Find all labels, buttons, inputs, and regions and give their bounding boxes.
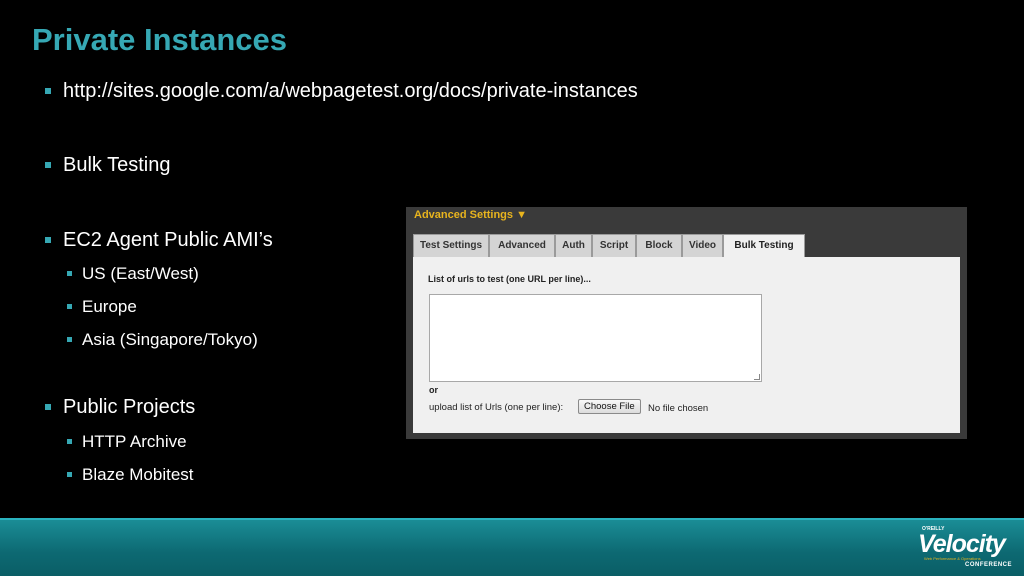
bullet-text: EC2 Agent Public AMI’s: [63, 229, 273, 251]
tab-bulk-testing[interactable]: Bulk Testing: [723, 234, 805, 258]
bulk-testing-screenshot: Advanced Settings ▼ Test Settings Advanc…: [406, 207, 967, 439]
bullet-square-icon: [45, 404, 51, 410]
or-label: or: [429, 385, 438, 395]
bullet-square-icon: [67, 472, 72, 477]
sub-bullet-text: Asia (Singapore/Tokyo): [82, 330, 258, 349]
sub-bullet-text: US (East/West): [82, 264, 199, 283]
tab-auth[interactable]: Auth: [555, 234, 592, 257]
sub-bullet-item: Asia (Singapore/Tokyo): [67, 330, 258, 350]
tab-test-settings[interactable]: Test Settings: [413, 234, 489, 257]
tab-block[interactable]: Block: [636, 234, 682, 257]
bullet-text: Public Projects: [63, 396, 196, 418]
logo-tagline: Web Performance & Operations: [924, 556, 981, 561]
logo-wordmark: Velocity: [918, 530, 1006, 558]
bullet-square-icon: [67, 271, 72, 276]
bullet-square-icon: [45, 162, 51, 168]
bullet-square-icon: [45, 237, 51, 243]
slide-title: Private Instances: [32, 22, 288, 57]
footer-band: [0, 518, 1024, 576]
bullet-square-icon: [45, 88, 51, 94]
bullet-item: Public Projects: [45, 396, 196, 419]
resize-grip-icon[interactable]: [754, 374, 760, 380]
upload-label: upload list of Urls (one per line):: [429, 402, 564, 413]
choose-file-button[interactable]: Choose File: [578, 399, 641, 414]
logo-conference: CONFERENCE: [964, 562, 1012, 568]
bullet-item: EC2 Agent Public AMI’s: [45, 229, 273, 252]
bullet-square-icon: [67, 304, 72, 309]
url-list-label: List of urls to test (one URL per line).…: [428, 274, 591, 284]
footer-divider: [0, 518, 1024, 520]
advanced-settings-toggle[interactable]: Advanced Settings ▼: [414, 209, 527, 221]
sub-bullet-item: Blaze Mobitest: [67, 465, 194, 485]
url-list-textarea[interactable]: [429, 294, 762, 382]
bulk-testing-content: List of urls to test (one URL per line).…: [413, 257, 960, 433]
tab-video[interactable]: Video: [682, 234, 723, 257]
bullet-item: Bulk Testing: [45, 154, 171, 177]
bullet-text: Bulk Testing: [63, 154, 171, 176]
sub-bullet-item: Europe: [67, 297, 137, 317]
no-file-status: No file chosen: [648, 403, 709, 414]
sub-bullet-item: HTTP Archive: [67, 432, 187, 452]
sub-bullet-item: US (East/West): [67, 264, 199, 284]
sub-bullet-text: Europe: [82, 297, 137, 316]
bullet-link[interactable]: http://sites.google.com/a/webpagetest.or…: [45, 80, 638, 103]
tab-advanced[interactable]: Advanced: [489, 234, 555, 257]
velocity-logo: O'REILLY Velocity Web Performance & Oper…: [918, 524, 1014, 572]
tab-script[interactable]: Script: [592, 234, 636, 257]
sub-bullet-text: Blaze Mobitest: [82, 465, 194, 484]
bullet-square-icon: [67, 439, 72, 444]
bullet-square-icon: [67, 337, 72, 342]
sub-bullet-text: HTTP Archive: [82, 432, 187, 451]
bullet-text: http://sites.google.com/a/webpagetest.or…: [63, 80, 638, 102]
